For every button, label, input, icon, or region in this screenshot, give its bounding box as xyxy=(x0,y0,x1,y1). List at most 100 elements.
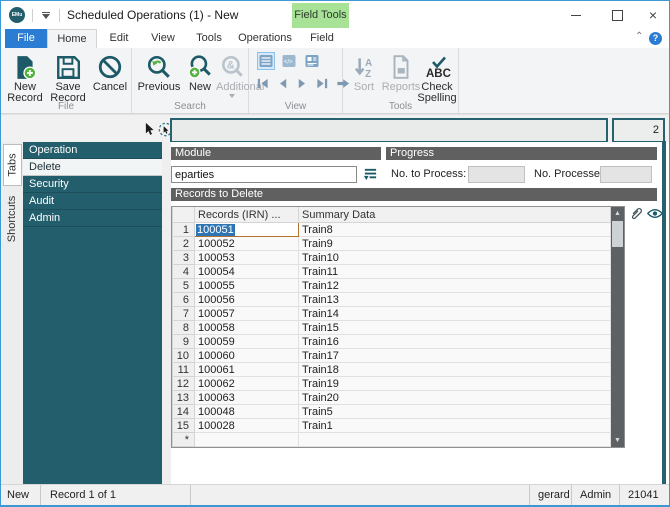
row-number-cell[interactable]: 11 xyxy=(172,362,195,377)
row-number-cell[interactable]: 7 xyxy=(172,306,195,321)
irn-cell[interactable]: 100059 xyxy=(194,334,299,349)
irn-cell[interactable]: 100052 xyxy=(194,236,299,251)
maximize-button[interactable] xyxy=(601,1,633,29)
close-button[interactable]: × xyxy=(637,1,669,29)
summary-cell[interactable]: Train19 xyxy=(298,376,611,391)
lookup-list-button[interactable] xyxy=(361,166,379,182)
summary-cell[interactable]: Train9 xyxy=(298,236,611,251)
previous-record-button[interactable] xyxy=(274,75,291,92)
sidebar-item-admin[interactable]: Admin xyxy=(23,210,162,227)
form-view-toggle[interactable] xyxy=(303,52,321,70)
tab-file[interactable]: File xyxy=(5,29,47,48)
side-tab-tabs[interactable]: Tabs xyxy=(3,144,22,186)
summary-cell[interactable]: Train18 xyxy=(298,362,611,377)
panel-splitter[interactable] xyxy=(162,142,171,485)
summary-cell[interactable]: Train15 xyxy=(298,320,611,335)
summary-cell[interactable]: Train14 xyxy=(298,306,611,321)
row-number-cell[interactable]: 10 xyxy=(172,348,195,363)
row-number-cell[interactable]: 6 xyxy=(172,292,195,307)
irn-cell[interactable]: 100061 xyxy=(194,362,299,377)
row-number-cell[interactable]: 3 xyxy=(172,250,195,265)
tab-edit[interactable]: Edit xyxy=(97,29,141,48)
reports-button[interactable]: Reports xyxy=(381,50,421,93)
row-number-cell[interactable]: 9 xyxy=(172,334,195,349)
row-number-cell[interactable]: 1 xyxy=(172,222,195,237)
sort-button[interactable]: AZ Sort xyxy=(348,50,380,93)
row-number-cell[interactable]: 5 xyxy=(172,278,195,293)
sidebar-item-audit[interactable]: Audit xyxy=(23,193,162,210)
summary-cell[interactable]: Train17 xyxy=(298,348,611,363)
help-icon[interactable]: ? xyxy=(649,32,662,45)
quick-access-dropdown-icon[interactable] xyxy=(40,11,52,19)
summary-cell[interactable]: Train16 xyxy=(298,334,611,349)
grid-vertical-scrollbar[interactable]: ▲ ▼ xyxy=(611,207,624,447)
first-record-button[interactable] xyxy=(254,75,271,92)
next-record-button[interactable] xyxy=(294,75,311,92)
summary-cell[interactable]: Train8 xyxy=(298,222,611,237)
summary-cell[interactable]: Train13 xyxy=(298,292,611,307)
row-number-cell[interactable]: 12 xyxy=(172,376,195,391)
scrollbar-thumb[interactable] xyxy=(612,221,623,247)
irn-cell[interactable]: 100060 xyxy=(194,348,299,363)
summary-column-header[interactable]: Summary Data xyxy=(298,207,611,223)
view-record-icon[interactable] xyxy=(647,208,663,219)
irn-cell[interactable]: 100028 xyxy=(194,418,299,433)
summary-cell[interactable]: Train11 xyxy=(298,264,611,279)
save-record-button[interactable]: Save Record xyxy=(47,50,89,103)
summary-cell[interactable]: Train1 xyxy=(298,418,611,433)
summary-cell[interactable]: Train10 xyxy=(298,250,611,265)
irn-cell[interactable]: 100062 xyxy=(194,376,299,391)
irn-cell[interactable]: 100056 xyxy=(194,292,299,307)
summary-cell[interactable]: Train12 xyxy=(298,278,611,293)
pointer-tool-button[interactable] xyxy=(140,121,156,137)
irn-column-header[interactable]: Records (IRN) ... xyxy=(194,207,299,223)
tab-field[interactable]: Field xyxy=(297,29,347,48)
irn-cell[interactable] xyxy=(194,432,299,447)
sidebar-item-operation[interactable]: Operation xyxy=(23,142,162,159)
row-number-cell[interactable]: 8 xyxy=(172,320,195,335)
table-row: 13 100063 Train20 xyxy=(172,390,611,405)
row-number-cell[interactable]: 14 xyxy=(172,404,195,419)
tab-view[interactable]: View xyxy=(141,29,185,48)
check-spelling-button[interactable]: ABC Check Spelling xyxy=(417,50,457,103)
previous-search-button[interactable]: Previous xyxy=(136,50,182,93)
summary-cell[interactable]: Train5 xyxy=(298,404,611,419)
titlebar-divider xyxy=(59,8,60,22)
module-input[interactable] xyxy=(171,166,357,183)
row-number-cell[interactable]: 13 xyxy=(172,390,195,405)
attachment-icon[interactable] xyxy=(627,204,644,223)
irn-cell[interactable]: 100057 xyxy=(194,306,299,321)
new-search-button[interactable]: New xyxy=(184,50,216,93)
additional-search-button[interactable]: & Additional xyxy=(216,50,264,98)
minimize-button[interactable] xyxy=(560,1,592,29)
collapse-ribbon-icon[interactable]: ⌃ xyxy=(635,31,643,42)
row-number-cell[interactable]: 4 xyxy=(172,264,195,279)
cancel-button[interactable]: Cancel xyxy=(91,50,129,93)
last-record-button[interactable] xyxy=(314,75,331,92)
irn-cell[interactable]: 100053 xyxy=(194,250,299,265)
scroll-up-icon[interactable]: ▲ xyxy=(611,207,624,220)
irn-cell[interactable]: 100054 xyxy=(194,264,299,279)
row-number-cell[interactable]: 15 xyxy=(172,418,195,433)
irn-cell[interactable]: 100063 xyxy=(194,390,299,405)
tab-home[interactable]: Home xyxy=(47,29,97,48)
tab-tools[interactable]: Tools xyxy=(185,29,233,48)
irn-cell[interactable]: 100055 xyxy=(194,278,299,293)
sidebar-item-security[interactable]: Security xyxy=(23,176,162,193)
contextual-tab-field-tools[interactable]: Field Tools xyxy=(292,3,349,28)
corner-header[interactable] xyxy=(172,207,195,223)
summary-cell[interactable] xyxy=(298,432,611,447)
new-record-button[interactable]: New Record xyxy=(4,50,46,103)
row-number-cell[interactable]: * xyxy=(172,432,195,447)
row-number-cell[interactable]: 2 xyxy=(172,236,195,251)
scroll-down-icon[interactable]: ▼ xyxy=(611,434,624,447)
code-view-toggle[interactable]: </> xyxy=(280,52,298,70)
irn-cell[interactable]: 100048 xyxy=(194,404,299,419)
side-tab-shortcuts[interactable]: Shortcuts xyxy=(3,188,22,250)
tab-operations[interactable]: Operations xyxy=(233,29,297,48)
irn-cell[interactable]: 100058 xyxy=(194,320,299,335)
sidebar-item-delete[interactable]: Delete xyxy=(23,159,162,176)
irn-cell[interactable]: 100051 xyxy=(194,222,299,237)
list-view-toggle[interactable] xyxy=(257,52,275,70)
summary-cell[interactable]: Train20 xyxy=(298,390,611,405)
